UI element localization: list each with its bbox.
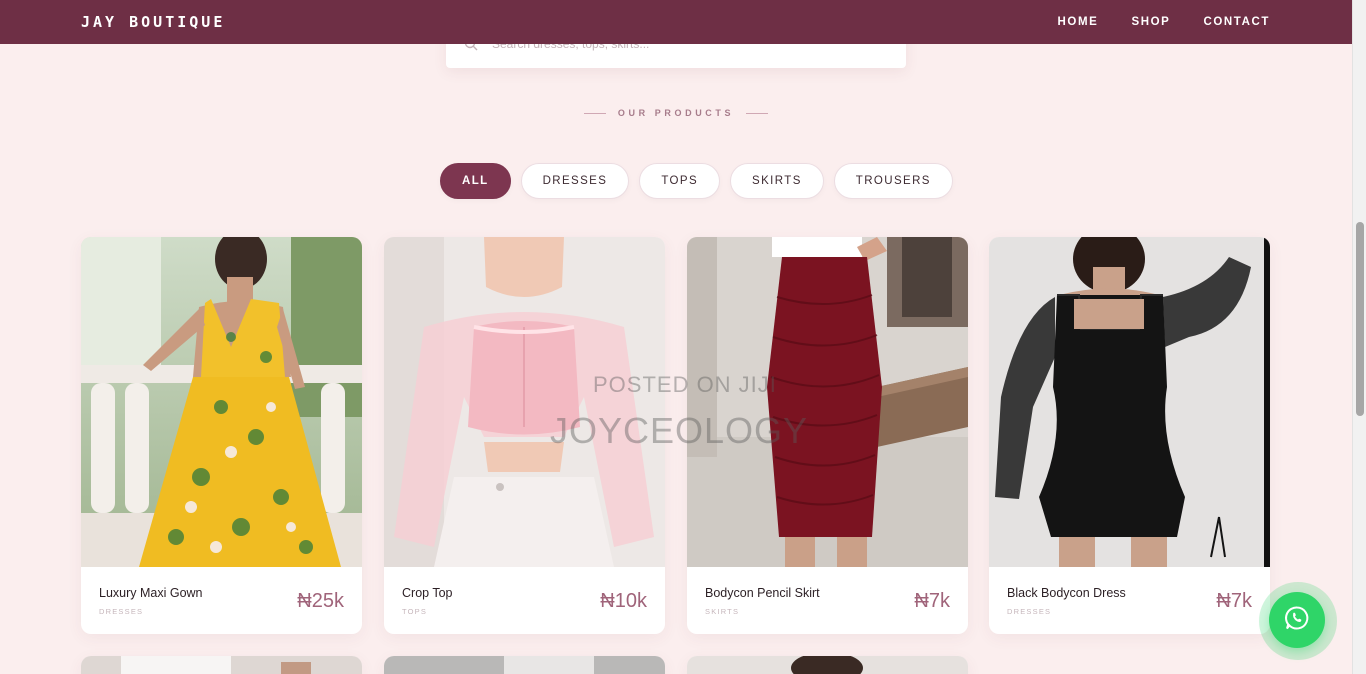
- category-filters: ALL DRESSES TOPS SKIRTS TROUSERS: [440, 163, 953, 199]
- divider-left: [583, 112, 606, 114]
- product-price: ₦10k: [600, 590, 647, 612]
- product-image: [687, 656, 968, 674]
- product-card[interactable]: Luxury Maxi Gown DRESSES ₦25k: [81, 237, 362, 634]
- scrollbar-thumb[interactable]: [1356, 222, 1364, 416]
- product-image: [81, 237, 362, 567]
- product-card[interactable]: [81, 656, 362, 674]
- product-info: Luxury Maxi Gown DRESSES ₦25k: [81, 567, 362, 634]
- product-card[interactable]: [384, 656, 665, 674]
- whatsapp-icon: [1284, 605, 1310, 636]
- product-image: [384, 656, 665, 674]
- section-title: OUR PRODUCTS: [0, 108, 1352, 118]
- whatsapp-button[interactable]: [1269, 592, 1325, 648]
- nav-shop-link[interactable]: SHOP: [1131, 16, 1170, 28]
- divider-right: [746, 112, 769, 114]
- product-name: Black Bodycon Dress: [1007, 586, 1126, 600]
- section-title-text: OUR PRODUCTS: [617, 108, 735, 118]
- product-image: [81, 656, 362, 674]
- nav-home-link[interactable]: HOME: [1058, 16, 1099, 28]
- product-category: DRESSES: [1007, 607, 1052, 616]
- brand-logo[interactable]: JAY BOUTIQUE: [81, 13, 225, 31]
- product-image: [989, 237, 1270, 567]
- product-price: ₦7k: [914, 590, 950, 612]
- product-card[interactable]: Black Bodycon Dress DRESSES ₦7k: [989, 237, 1270, 634]
- product-image: [384, 237, 665, 567]
- navbar: JAY BOUTIQUE HOME SHOP CONTACT: [0, 0, 1352, 44]
- product-info: Crop Top TOPS ₦10k: [384, 567, 665, 634]
- filter-tops-button[interactable]: TOPS: [639, 163, 721, 199]
- product-card[interactable]: [687, 656, 968, 674]
- nav-contact-link[interactable]: CONTACT: [1203, 16, 1270, 28]
- product-category: SKIRTS: [705, 607, 740, 616]
- product-price: ₦25k: [297, 590, 344, 612]
- scrollbar[interactable]: [1352, 0, 1366, 674]
- product-info: Black Bodycon Dress DRESSES ₦7k: [989, 567, 1270, 634]
- product-card[interactable]: Crop Top TOPS ₦10k: [384, 237, 665, 634]
- nav-links: HOME SHOP CONTACT: [1058, 16, 1270, 28]
- filter-trousers-button[interactable]: TROUSERS: [833, 163, 953, 199]
- product-image: [687, 237, 968, 567]
- product-price: ₦7k: [1216, 590, 1252, 612]
- product-name: Bodycon Pencil Skirt: [705, 586, 820, 600]
- filter-skirts-button[interactable]: SKIRTS: [730, 163, 824, 199]
- product-info: Bodycon Pencil Skirt SKIRTS ₦7k: [687, 567, 968, 634]
- filter-all-button[interactable]: ALL: [440, 163, 511, 199]
- filter-dresses-button[interactable]: DRESSES: [520, 163, 630, 199]
- product-card[interactable]: Bodycon Pencil Skirt SKIRTS ₦7k: [687, 237, 968, 634]
